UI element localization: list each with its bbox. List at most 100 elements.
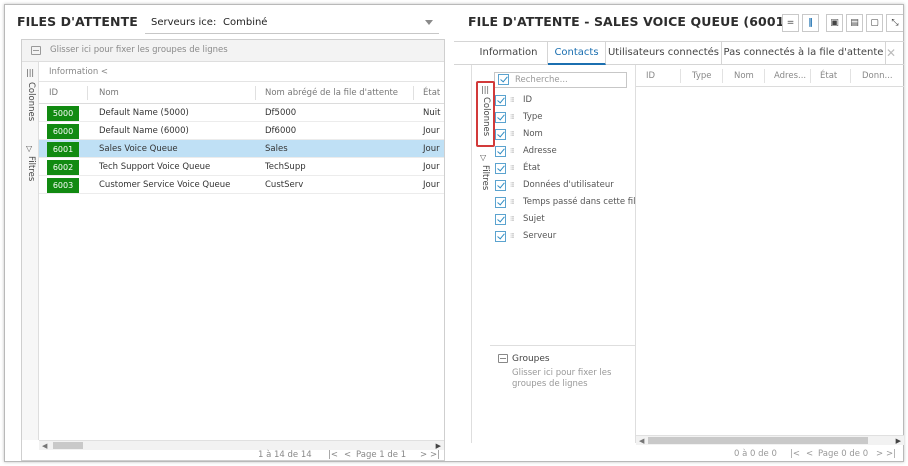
next-page-button[interactable]: > — [876, 449, 883, 459]
column-checkbox[interactable] — [495, 197, 506, 208]
column-separator[interactable] — [722, 69, 723, 83]
column-label: Nom — [523, 129, 543, 139]
cell-short-name: Sales — [265, 144, 288, 154]
pause-icon[interactable]: ‖ — [802, 14, 819, 32]
tab-connected-users[interactable]: Utilisateurs connectés — [606, 42, 722, 65]
side-tool-tabs — [454, 65, 472, 443]
tab-information[interactable]: Information — [470, 42, 548, 65]
prev-page-button[interactable]: < — [806, 449, 813, 459]
contacts-grid: Recherche... ⁞⁞⁞ ID ⁞⁞⁞ Type ⁞⁞⁞ Nom ⁞⁞⁞… — [454, 65, 904, 461]
save-icon[interactable]: ▣ — [826, 14, 843, 32]
row-groups-dropzone[interactable]: Groupes Glisser ici pour fixer les group… — [490, 345, 636, 443]
column-item-address[interactable]: ⁞⁞⁞ Adresse — [490, 144, 636, 160]
table-row[interactable]: 5000 Default Name (5000) Df5000 Nuit — [39, 104, 444, 122]
scrollbar-thumb[interactable] — [53, 442, 83, 449]
filters-side-label: Filtres — [26, 156, 36, 182]
scrollbar-thumb[interactable] — [648, 437, 868, 444]
column-separator[interactable] — [413, 86, 414, 100]
column-item-time-in-queue[interactable]: ⁞⁞⁞ Temps passé dans cette file d'attent… — [490, 195, 636, 211]
info-breadcrumb[interactable]: Information < — [39, 62, 444, 82]
column-checkbox[interactable] — [495, 163, 506, 174]
column-item-server[interactable]: ⁞⁞⁞ Serveur — [490, 229, 636, 245]
filters-side-tab[interactable]: ▽ Filtres — [22, 142, 39, 202]
scroll-left-icon[interactable]: ◀ — [639, 437, 644, 445]
col-header-address[interactable]: Adres... — [774, 71, 806, 81]
column-separator[interactable] — [764, 69, 765, 83]
server-select[interactable]: Serveurs ice: Combiné — [145, 14, 439, 34]
column-search-input[interactable]: Recherche... — [494, 72, 627, 88]
columns-side-tab-highlighted[interactable]: ||| Colonnes — [476, 81, 495, 147]
column-checkbox[interactable] — [495, 112, 506, 123]
pager-count: 0 à 0 de 0 — [734, 449, 777, 459]
column-item-state[interactable]: ⁞⁞⁞ État — [490, 161, 636, 177]
equals-icon[interactable]: = — [782, 14, 799, 32]
tab-contacts[interactable]: Contacts — [548, 42, 606, 65]
col-header-state[interactable]: État — [820, 71, 837, 81]
table-row[interactable]: 6000 Default Name (6000) Df6000 Jour — [39, 122, 444, 140]
col-header-type[interactable]: Type — [692, 71, 712, 81]
drag-handle-icon[interactable]: ⁞⁞⁞ — [510, 96, 515, 104]
horizontal-scrollbar[interactable]: ◀ ▶ — [39, 440, 444, 450]
drag-handle-icon[interactable]: ⁞⁞⁞ — [510, 232, 515, 240]
column-separator[interactable] — [87, 86, 88, 100]
columns-side-tab[interactable]: ||| Colonnes — [22, 66, 39, 138]
column-separator[interactable] — [810, 69, 811, 83]
column-checkbox[interactable] — [495, 214, 506, 225]
drag-handle-icon[interactable]: ⁞⁞⁞ — [510, 164, 515, 172]
column-checkbox[interactable] — [495, 180, 506, 191]
drag-handle-icon[interactable]: ⁞⁞⁞ — [510, 130, 515, 138]
table-row[interactable]: 6003 Customer Service Voice Queue CustSe… — [39, 176, 444, 194]
col-header-name[interactable]: Nom — [99, 88, 119, 98]
filters-side-tab[interactable]: ▽ Filtres — [476, 151, 495, 211]
column-label: Serveur — [523, 231, 557, 241]
column-item-type[interactable]: ⁞⁞⁞ Type — [490, 110, 636, 126]
next-page-button[interactable]: > — [420, 450, 427, 460]
close-icon[interactable]: ✕ — [886, 46, 896, 60]
horizontal-scrollbar[interactable]: ◀ ▶ — [636, 435, 904, 445]
col-header-user-data[interactable]: Donn... — [862, 71, 893, 81]
cell-short-name: Df5000 — [265, 108, 297, 118]
column-item-id[interactable]: ⁞⁞⁞ ID — [490, 93, 636, 109]
last-page-button[interactable]: >| — [430, 450, 440, 460]
col-header-short-name[interactable]: Nom abrégé de la file d'attente — [265, 88, 398, 98]
column-item-name[interactable]: ⁞⁞⁞ Nom — [490, 127, 636, 143]
row-group-dropzone[interactable]: Glisser ici pour fixer les groupes de li… — [22, 40, 444, 62]
table-row-selected[interactable]: 6001 Sales Voice Queue Sales Jour — [39, 140, 444, 158]
first-page-button[interactable]: |< — [328, 450, 338, 460]
column-separator[interactable] — [255, 86, 256, 100]
select-all-checkbox[interactable] — [498, 74, 509, 85]
col-header-id[interactable]: ID — [49, 88, 58, 98]
cell-state: Jour — [423, 162, 440, 172]
column-item-user-data[interactable]: ⁞⁞⁞ Données d'utilisateur — [490, 178, 636, 194]
column-item-subject[interactable]: ⁞⁞⁞ Sujet — [490, 212, 636, 228]
drag-handle-icon[interactable]: ⁞⁞⁞ — [510, 198, 515, 206]
column-separator[interactable] — [850, 69, 851, 83]
col-header-name[interactable]: Nom — [734, 71, 754, 81]
column-checkbox[interactable] — [495, 231, 506, 242]
app-window: FILES D'ATTENTE Serveurs ice: Combiné Gl… — [4, 4, 904, 462]
drag-handle-icon[interactable]: ⁞⁞⁞ — [510, 113, 515, 121]
drag-handle-icon[interactable]: ⁞⁞⁞ — [510, 147, 515, 155]
scroll-right-icon[interactable]: ▶ — [896, 437, 901, 445]
column-separator[interactable] — [680, 69, 681, 83]
window-icon[interactable]: ▢ — [866, 14, 883, 32]
side-tool-tabs: ||| Colonnes ▽ Filtres — [22, 62, 39, 440]
column-label: Données d'utilisateur — [523, 180, 614, 190]
scroll-right-icon[interactable]: ▶ — [436, 442, 441, 450]
column-checkbox[interactable] — [495, 146, 506, 157]
column-checkbox[interactable] — [495, 129, 506, 140]
expand-icon[interactable]: ⤡ — [886, 14, 903, 32]
col-header-id[interactable]: ID — [646, 71, 655, 81]
drag-handle-icon[interactable]: ⁞⁞⁞ — [510, 181, 515, 189]
scroll-left-icon[interactable]: ◀ — [42, 442, 47, 450]
export-icon[interactable]: ▤ — [846, 14, 863, 32]
drag-handle-icon[interactable]: ⁞⁞⁞ — [510, 215, 515, 223]
prev-page-button[interactable]: < — [344, 450, 351, 460]
column-checkbox[interactable] — [495, 95, 506, 106]
col-header-state[interactable]: État — [423, 88, 440, 98]
table-row[interactable]: 6002 Tech Support Voice Queue TechSupp J… — [39, 158, 444, 176]
first-page-button[interactable]: |< — [790, 449, 800, 459]
last-page-button[interactable]: >| — [886, 449, 896, 459]
groups-title: Groupes — [512, 354, 550, 364]
tab-not-connected[interactable]: Pas connectés à la file d'attente — [722, 42, 886, 65]
